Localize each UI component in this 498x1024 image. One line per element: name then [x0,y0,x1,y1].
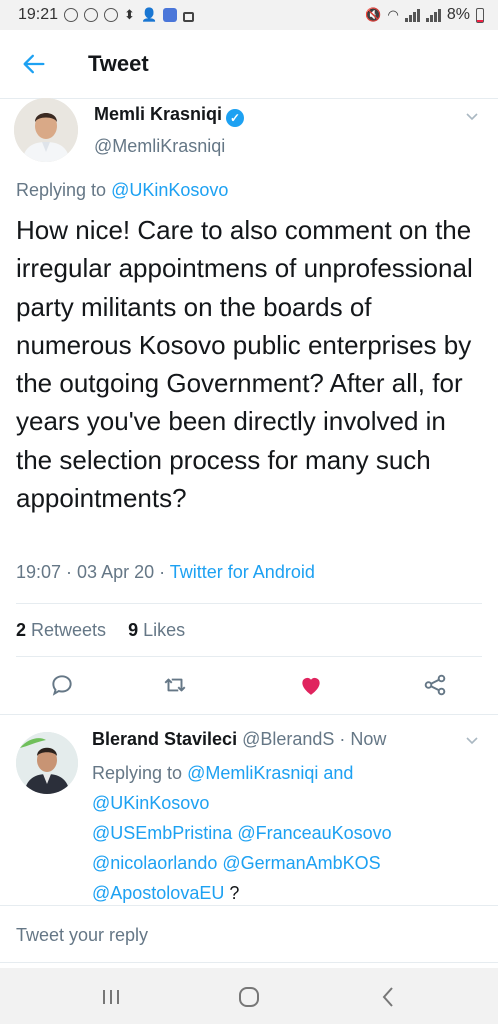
back-arrow-icon[interactable] [20,50,48,78]
reply-replying-prefix: Replying to [92,763,188,783]
reply-author-line[interactable]: Blerand Stavileci @BlerandS · Now [92,729,386,750]
chevron-down-icon[interactable] [464,108,480,124]
share-icon[interactable] [422,672,448,698]
status-left: 19:21 ⬍ 👤 [18,6,195,24]
author-avatar-image [14,98,78,162]
mention-link[interactable]: @USEmbPristina [92,823,232,843]
status-right: 🔇 ◠ 8% [365,6,484,24]
viber-icon [104,8,119,22]
replying-to: Replying to @UKinKosovo [16,180,228,201]
android-nav-bar [0,968,498,1024]
mention-link[interactable]: @MemliKrasniqi [187,763,318,783]
person-add-icon: 👤 [140,7,158,22]
mention-and: and [318,763,354,783]
likes-count: 9 [128,620,139,640]
status-time: 19:21 [18,6,59,23]
skype-icon [84,8,99,22]
likes-label: Likes [138,620,186,640]
likes-stat[interactable]: 9 Likes [128,620,185,640]
lock-icon [183,11,195,22]
mute-icon: 🔇 [365,7,382,22]
verified-badge-icon: ✓ [226,109,245,127]
tweet-actions [0,668,498,704]
heart-icon[interactable] [298,672,324,698]
mention-link[interactable]: @UKinKosovo [92,793,209,813]
mention-link[interactable]: @FranceauKosovo [237,823,391,843]
reply-icon[interactable] [49,672,75,698]
divider [16,603,482,604]
back-nav-icon[interactable] [374,982,404,1012]
mention-link[interactable]: @GermanAmbKOS [222,853,380,873]
reply-input[interactable]: Tweet your reply [16,925,148,946]
usb-icon: ⬍ [124,7,135,22]
page-title: Tweet [88,51,149,76]
signal-2-icon [425,8,441,22]
wifi-icon: ◠ [387,7,399,22]
battery-icon [476,7,484,23]
author-avatar[interactable] [14,98,78,162]
reply-body: Replying to @MemliKrasniqi and @UKinKoso… [92,758,472,908]
home-icon[interactable] [234,982,264,1012]
tweet-timestamp: 19:07 · 03 Apr 20 · [16,562,170,582]
reply-author-avatar[interactable] [16,732,78,794]
retweets-label: Retweets [26,620,107,640]
mention-link[interactable]: @nicolaorlando [92,853,217,873]
divider [0,962,498,963]
whatsapp-icon [64,8,79,22]
reply-author-name[interactable]: Blerand Stavileci [92,729,237,749]
retweets-stat[interactable]: 2 Retweets [16,620,106,640]
divider [0,905,498,906]
divider [16,656,482,657]
tweet-stats: 2 Retweets 9 Likes [16,620,185,641]
signal-icon [404,8,420,22]
reply-author-avatar-image [16,732,78,794]
app-header: Tweet [0,30,498,99]
replying-prefix: Replying to [16,180,112,200]
app-notification-icon [163,8,178,22]
mention-link[interactable]: @UKinKosovo [111,180,228,200]
mention-link[interactable]: @ApostolovaEU [92,883,224,903]
reply-trailing-text: ? [224,883,240,903]
author-name[interactable]: Memli Krasniqi [94,104,222,124]
tweet-text: How nice! Care to also comment on the ir… [16,215,473,514]
author-name-line[interactable]: Memli Krasniqi ✓ [94,104,245,127]
tweet-source-link[interactable]: Twitter for Android [170,562,315,582]
status-bar: 19:21 ⬍ 👤 🔇 ◠ 8% [0,0,498,30]
tweet-meta: 19:07 · 03 Apr 20 · Twitter for Android [16,562,315,583]
battery-percent: 8% [446,6,470,23]
retweet-icon[interactable] [162,672,188,698]
recents-icon[interactable] [96,982,126,1012]
retweets-count: 2 [16,620,27,640]
divider [0,714,498,715]
reply-chevron-down-icon[interactable] [464,732,480,748]
reply-author-handle[interactable]: @BlerandS · Now [242,729,386,749]
author-handle[interactable]: @MemliKrasniqi [94,136,225,157]
